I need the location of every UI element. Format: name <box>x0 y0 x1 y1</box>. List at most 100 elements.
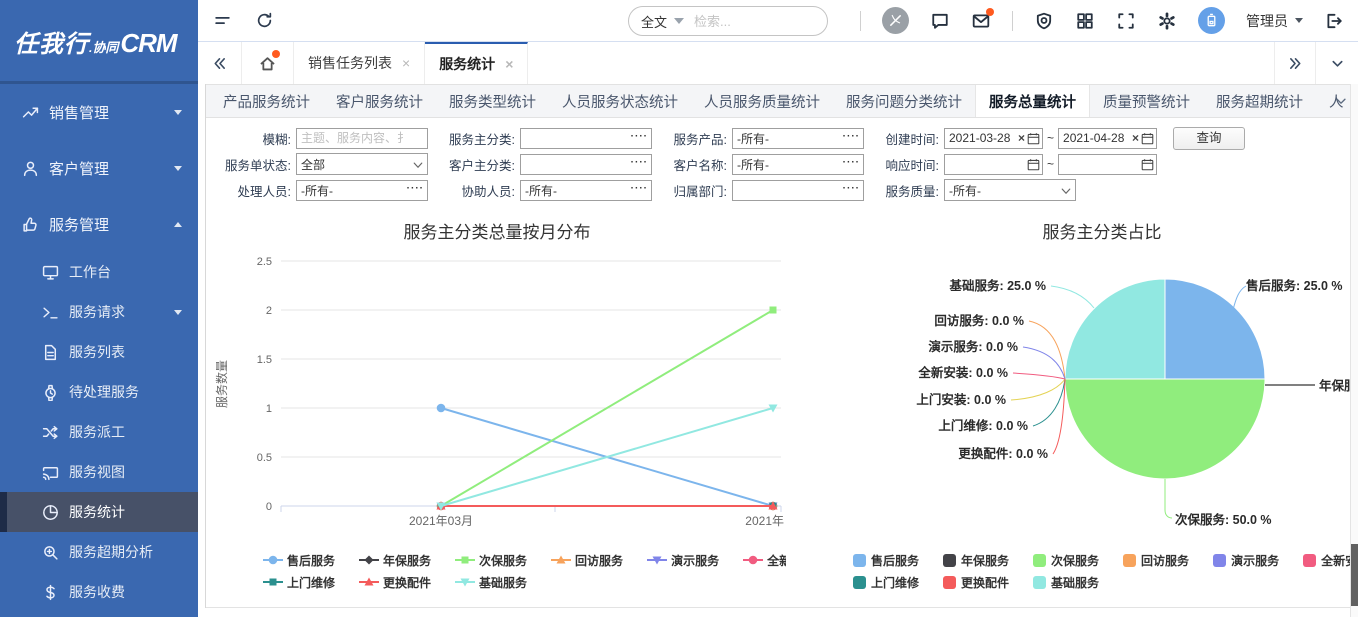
tabs-scroll-right-icon[interactable] <box>1274 42 1316 84</box>
legend-item-回访服务[interactable]: 回访服务 <box>551 552 623 569</box>
filter-date-响应时间-from[interactable] <box>944 154 1043 175</box>
filter-date-创建时间-to[interactable]: 2021-04-28× <box>1058 128 1157 149</box>
shield-icon[interactable] <box>1034 11 1054 31</box>
mail-icon[interactable] <box>971 11 991 31</box>
subtab-服务超期统计[interactable]: 服务超期统计 <box>1203 85 1316 117</box>
sidebar-item-服务列表[interactable]: 服务列表 <box>0 332 198 372</box>
clear-icon[interactable]: × <box>1132 132 1139 144</box>
text-input[interactable] <box>301 183 411 197</box>
subtab-服务类型统计[interactable]: 服务类型统计 <box>436 85 549 117</box>
subtab-产品服务统计[interactable]: 产品服务统计 <box>210 85 323 117</box>
legend-item-基础服务[interactable]: 基础服务 <box>1033 574 1099 591</box>
scrollbar-thumb[interactable] <box>1351 544 1358 606</box>
subtabs-dropdown-icon[interactable] <box>1334 94 1348 113</box>
ellipsis-picker-icon[interactable]: ···· <box>843 157 860 168</box>
pie-slice-次保服务[interactable] <box>1065 379 1265 479</box>
legend-item-次保服务[interactable]: 次保服务 <box>455 552 527 569</box>
user-avatar[interactable] <box>1198 7 1225 34</box>
sidebar-item-工作台[interactable]: 工作台 <box>0 252 198 292</box>
legend-item-上门维修[interactable]: 上门维修 <box>853 574 919 591</box>
sidebar-item-客户管理[interactable]: 客户管理 <box>0 140 198 196</box>
text-input[interactable] <box>525 157 635 171</box>
calendar-icon[interactable] <box>1141 132 1154 148</box>
legend-item-回访服务[interactable]: 回访服务 <box>1123 552 1189 569</box>
sidebar-item-服务视图[interactable]: 服务视图 <box>0 452 198 492</box>
username-label[interactable]: 管理员 <box>1246 11 1288 31</box>
legend-item-更换配件[interactable]: 更换配件 <box>359 574 431 591</box>
chevron-down-icon[interactable] <box>412 159 424 171</box>
calendar-icon[interactable] <box>1027 132 1040 148</box>
sidebar-item-销售管理[interactable]: 销售管理 <box>0 84 198 140</box>
fullscreen-icon[interactable] <box>1116 11 1136 31</box>
clear-icon[interactable]: × <box>1018 132 1025 144</box>
filter-select-服务单状态[interactable]: 全部 <box>296 153 428 175</box>
tabs-scroll-left-icon[interactable] <box>198 42 242 84</box>
tabs-list-dropdown-icon[interactable] <box>1316 42 1358 84</box>
subtab-客户服务统计[interactable]: 客户服务统计 <box>323 85 436 117</box>
filter-select-服务质量[interactable]: -所有- <box>944 179 1076 201</box>
gear-icon[interactable] <box>1157 11 1177 31</box>
user-menu-caret-icon[interactable] <box>1295 18 1303 23</box>
ellipsis-picker-icon[interactable]: ···· <box>631 183 648 194</box>
legend-item-演示服务[interactable]: 演示服务 <box>647 552 719 569</box>
pie-slice-售后服务[interactable] <box>1165 279 1265 379</box>
calendar-icon[interactable] <box>1141 158 1154 174</box>
filter-input-处理人员[interactable]: ···· <box>296 180 428 201</box>
sidebar-item-待处理服务[interactable]: 待处理服务 <box>0 372 198 412</box>
chevron-down-icon[interactable] <box>1060 185 1072 197</box>
text-input[interactable] <box>525 131 635 145</box>
text-input[interactable] <box>301 131 411 145</box>
pie-slice-基础服务[interactable] <box>1065 279 1165 379</box>
close-icon[interactable]: × <box>402 56 410 70</box>
sidebar-item-服务收费[interactable]: 服务收费 <box>0 572 198 612</box>
legend-item-演示服务[interactable]: 演示服务 <box>1213 552 1279 569</box>
search-scope-caret-icon[interactable] <box>674 18 684 24</box>
logout-icon[interactable] <box>1324 11 1344 31</box>
filter-input-服务产品[interactable]: ···· <box>732 128 864 149</box>
filter-input-客户主分类[interactable]: ···· <box>520 154 652 175</box>
legend-item-上门维修[interactable]: 上门维修 <box>263 574 335 591</box>
ellipsis-picker-icon[interactable]: ···· <box>631 157 648 168</box>
text-input[interactable] <box>737 131 847 145</box>
legend-item-基础服务[interactable]: 基础服务 <box>455 574 527 591</box>
legend-item-次保服务[interactable]: 次保服务 <box>1033 552 1099 569</box>
subtab-人员服务质量统计[interactable]: 人员服务质量统计 <box>691 85 833 117</box>
text-input[interactable] <box>525 183 635 197</box>
sidebar-item-服务请求[interactable]: 服务请求 <box>0 292 198 332</box>
home-tab[interactable] <box>242 42 294 84</box>
phone-muted-icon[interactable] <box>882 7 909 34</box>
calendar-icon[interactable] <box>1027 158 1040 174</box>
text-input[interactable] <box>737 183 847 197</box>
query-button[interactable]: 查询 <box>1173 127 1245 150</box>
chat-icon[interactable] <box>930 11 950 31</box>
legend-item-全新安装[interactable]: 全新安装 <box>743 552 786 569</box>
text-input[interactable] <box>737 157 847 171</box>
filter-date-响应时间-to[interactable] <box>1058 154 1157 175</box>
menu-fold-icon[interactable] <box>212 11 232 31</box>
tab-服务统计[interactable]: 服务统计× <box>425 42 528 84</box>
filter-date-创建时间-from[interactable]: 2021-03-28× <box>944 128 1043 149</box>
vertical-scrollbar[interactable] <box>1350 84 1358 617</box>
ellipsis-picker-icon[interactable]: ···· <box>843 183 860 194</box>
ellipsis-picker-icon[interactable]: ···· <box>407 183 424 194</box>
ellipsis-picker-icon[interactable]: ···· <box>843 131 860 142</box>
ellipsis-picker-icon[interactable]: ···· <box>631 131 648 142</box>
legend-item-年保服务[interactable]: 年保服务 <box>943 552 1009 569</box>
filter-input-服务主分类[interactable]: ···· <box>520 128 652 149</box>
sidebar-item-服务统计[interactable]: 服务统计 <box>0 492 198 532</box>
subtab-服务问题分类统计[interactable]: 服务问题分类统计 <box>833 85 975 117</box>
legend-item-更换配件[interactable]: 更换配件 <box>943 574 1009 591</box>
search-scope-select[interactable]: 全文 <box>641 12 667 31</box>
subtab-人员服务状态统计[interactable]: 人员服务状态统计 <box>549 85 691 117</box>
search-input[interactable] <box>694 14 815 29</box>
sidebar-item-服务派工[interactable]: 服务派工 <box>0 412 198 452</box>
subtab-服务总量统计[interactable]: 服务总量统计 <box>975 85 1090 117</box>
filter-input-协助人员[interactable]: ···· <box>520 180 652 201</box>
tab-销售任务列表[interactable]: 销售任务列表× <box>294 42 425 84</box>
subtab-质量预警统计[interactable]: 质量预警统计 <box>1090 85 1203 117</box>
filter-input-归属部门[interactable]: ···· <box>732 180 864 201</box>
legend-item-售后服务[interactable]: 售后服务 <box>853 552 919 569</box>
apps-grid-icon[interactable] <box>1075 11 1095 31</box>
filter-input-模糊[interactable] <box>296 128 428 149</box>
legend-item-年保服务[interactable]: 年保服务 <box>359 552 431 569</box>
